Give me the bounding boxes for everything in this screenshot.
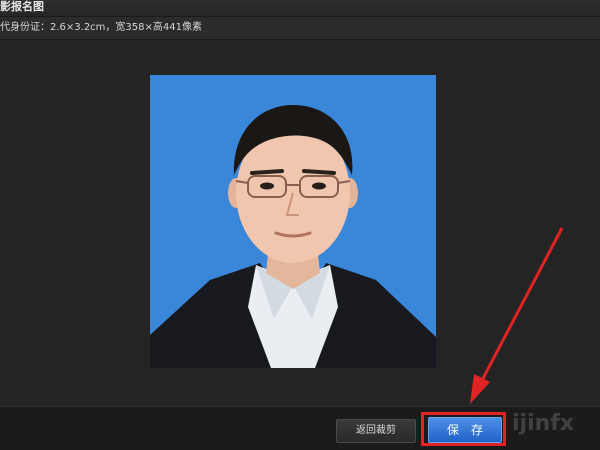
photo-spec-bar: 代身份证：2.6×3.2cm，宽358×高441像素 <box>0 17 600 40</box>
window-title: 影报名图 <box>0 0 44 13</box>
back-to-crop-button[interactable]: 返回裁剪 <box>336 419 416 443</box>
preview-canvas <box>0 40 600 406</box>
photo-spec-text: 代身份证：2.6×3.2cm，宽358×高441像素 <box>0 22 202 33</box>
photo-editor-window: 影报名图 代身份证：2.6×3.2cm，宽358×高441像素 返回裁剪 保存 … <box>0 0 600 450</box>
watermark-text: ijinfx <box>512 411 575 436</box>
action-bar: 返回裁剪 保存 ijinfx <box>0 406 600 450</box>
save-button[interactable]: 保存 <box>428 417 502 443</box>
portrait-icon <box>150 105 436 368</box>
title-bar: 影报名图 <box>0 0 600 17</box>
id-photo <box>150 75 436 368</box>
